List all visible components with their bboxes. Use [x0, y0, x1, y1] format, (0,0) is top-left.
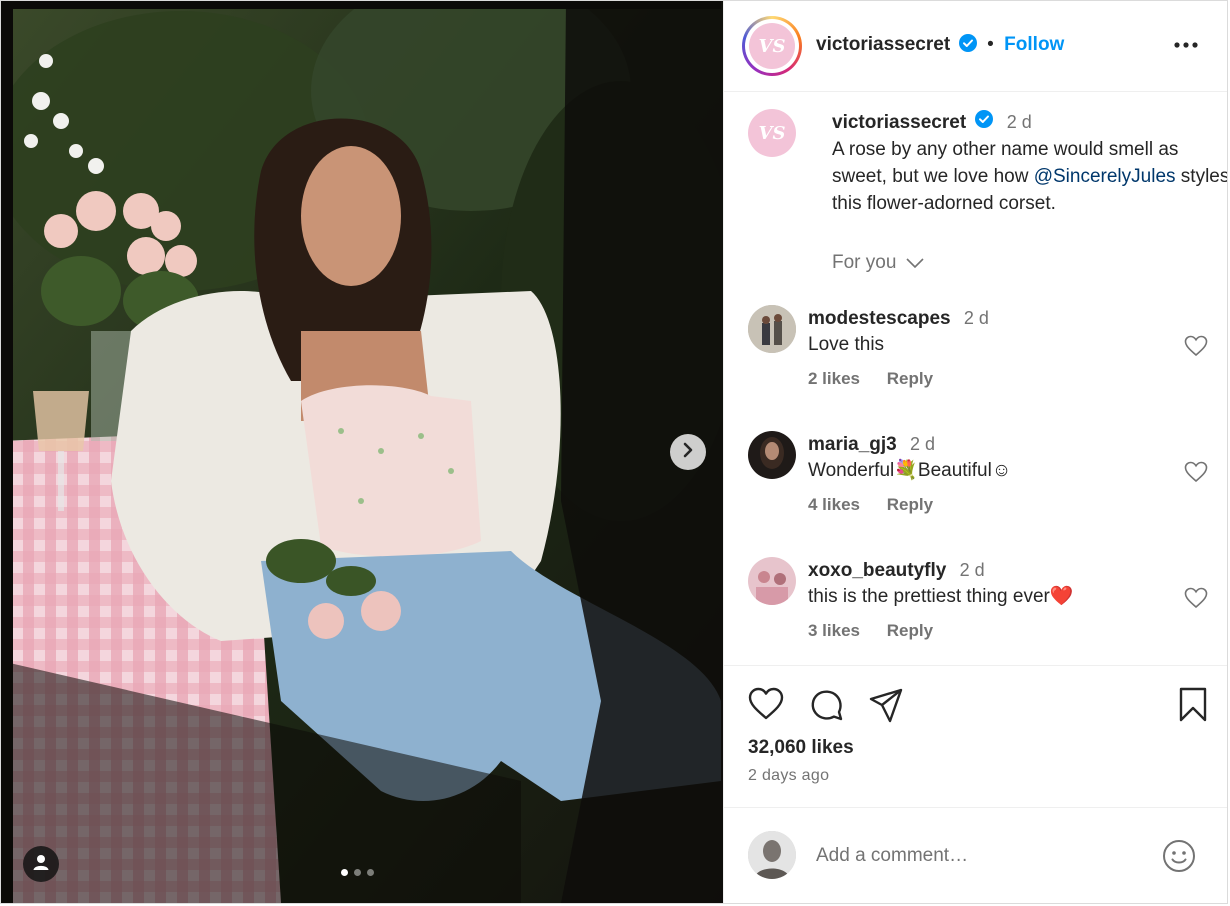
comment-button[interactable] — [808, 687, 844, 728]
add-comment-bar — [748, 831, 1208, 881]
chevron-right-icon — [680, 442, 696, 463]
author-username[interactable]: victoriassecret — [816, 34, 950, 55]
comment-item: maria_gj3 2 d Wonderful💐Beautiful☺ 4 lik… — [748, 431, 1208, 531]
comment-likes[interactable]: 2 likes — [808, 369, 860, 388]
post-actions — [748, 687, 1208, 723]
verified-badge-icon — [958, 34, 977, 57]
carousel-dot — [354, 869, 361, 876]
heart-icon — [748, 687, 784, 725]
caption-author-avatar[interactable]: VS — [748, 109, 796, 157]
caption-mention-link[interactable]: @SincerelyJules — [1034, 166, 1176, 187]
next-image-button[interactable] — [670, 434, 706, 470]
follow-button[interactable]: Follow — [1004, 34, 1064, 55]
comment-time: 2 d — [963, 308, 989, 328]
comment-text: this is the prettiest thing ever❤️ — [808, 586, 1074, 607]
comment-text: Wonderful💐Beautiful☺ — [808, 460, 1012, 481]
smiley-icon — [1162, 840, 1196, 877]
comment-text: Love this — [808, 334, 885, 355]
author-avatar-story[interactable]: VS — [742, 16, 802, 76]
more-horizontal-icon — [1174, 35, 1198, 52]
comment-time: 2 d — [959, 560, 985, 580]
comment-likes[interactable]: 3 likes — [808, 621, 860, 640]
user-icon — [32, 853, 50, 876]
like-comment-button[interactable] — [1184, 587, 1208, 614]
post-side-panel: VS victoriassecret • Follow VS victorias… — [723, 1, 1227, 903]
current-user-avatar — [748, 831, 796, 879]
post-dialog: VS victoriassecret • Follow VS victorias… — [0, 0, 1228, 904]
verified-badge-icon — [975, 109, 994, 136]
post-photo — [1, 1, 723, 903]
commenter-avatar[interactable] — [748, 557, 796, 605]
heart-icon — [1184, 587, 1208, 613]
share-button[interactable] — [868, 687, 904, 728]
for-you-label: For you — [832, 252, 897, 273]
post-header: VS victoriassecret • Follow — [724, 1, 1227, 92]
carousel-dot — [341, 869, 348, 876]
add-comment-input[interactable] — [814, 839, 1138, 873]
chevron-down-icon — [906, 252, 924, 273]
vs-logo: VS — [749, 23, 795, 69]
more-options-button[interactable] — [1174, 35, 1198, 53]
paper-plane-icon — [868, 688, 904, 727]
comment-username[interactable]: xoxo_beautyfly — [808, 560, 946, 581]
like-count[interactable]: 32,060 likes — [748, 737, 854, 759]
save-button[interactable] — [1178, 687, 1208, 728]
comment-username[interactable]: maria_gj3 — [808, 434, 897, 455]
emoji-picker-button[interactable] — [1162, 839, 1196, 878]
comment-bubble-icon — [808, 690, 844, 727]
caption-time: 2 d — [1006, 112, 1032, 132]
caption-author-username[interactable]: victoriassecret — [832, 112, 966, 133]
tagged-users-button[interactable] — [23, 846, 59, 882]
commenter-avatar[interactable] — [748, 431, 796, 479]
comment-reply-button[interactable]: Reply — [887, 495, 933, 514]
post-date: 2 days ago — [748, 767, 830, 784]
heart-icon — [1184, 461, 1208, 487]
comment-reply-button[interactable]: Reply — [887, 369, 933, 388]
comment-item: xoxo_beautyfly 2 d this is the prettiest… — [748, 557, 1208, 657]
comment-time: 2 d — [910, 434, 936, 454]
separator-dot: • — [987, 34, 994, 55]
divider — [724, 665, 1227, 666]
like-button[interactable] — [748, 687, 784, 726]
comment-username[interactable]: modestescapes — [808, 308, 951, 329]
comment-likes[interactable]: 4 likes — [808, 495, 860, 514]
commenter-avatar[interactable] — [748, 305, 796, 353]
comment-item: modestescapes 2 d Love this 2 likes Repl… — [748, 305, 1208, 405]
comment-reply-button[interactable]: Reply — [887, 621, 933, 640]
like-comment-button[interactable] — [1184, 461, 1208, 488]
heart-icon — [1184, 335, 1208, 361]
carousel-indicator — [341, 869, 374, 876]
bookmark-icon — [1178, 687, 1208, 727]
carousel-dot — [367, 869, 374, 876]
for-you-dropdown[interactable]: For you — [832, 252, 924, 274]
divider — [724, 807, 1227, 808]
post-image — [1, 1, 723, 903]
like-comment-button[interactable] — [1184, 335, 1208, 362]
